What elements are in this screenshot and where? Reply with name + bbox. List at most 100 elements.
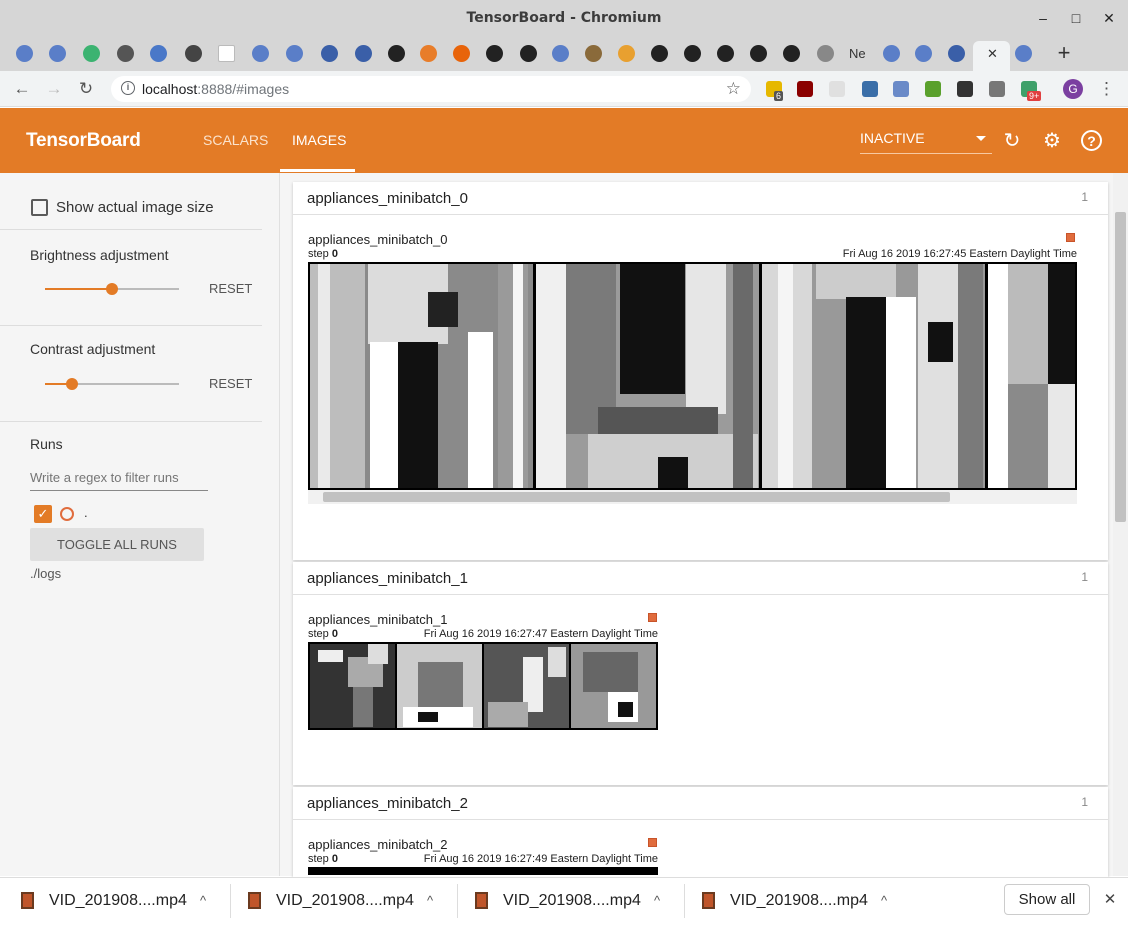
extension-icon[interactable]	[925, 81, 941, 97]
extension-badge: 6	[774, 91, 784, 101]
card-header[interactable]: appliances_minibatch_0 1	[293, 182, 1108, 215]
download-item[interactable]: VID_201908....mp4	[730, 877, 868, 925]
show-all-downloads-button[interactable]: Show all	[1004, 884, 1090, 915]
chevron-up-icon[interactable]: ^	[881, 877, 887, 925]
run-checkbox[interactable]: ✓	[34, 505, 52, 523]
tab-favicon-icon[interactable]	[321, 45, 338, 62]
profile-avatar[interactable]: G	[1063, 79, 1083, 99]
contrast-slider[interactable]	[45, 378, 179, 390]
tab-favicon-icon[interactable]	[218, 45, 235, 62]
horizontal-scrollbar[interactable]	[308, 490, 1077, 504]
page-scroll-thumb[interactable]	[1115, 212, 1126, 522]
tab-favicon-icon[interactable]	[750, 45, 767, 62]
tab-favicon-icon[interactable]	[585, 45, 602, 62]
tab-favicon-icon[interactable]	[651, 45, 668, 62]
reload-icon[interactable]: ↻	[72, 71, 100, 107]
tab-favicon-icon[interactable]	[883, 45, 900, 62]
image-title: appliances_minibatch_0	[308, 232, 448, 247]
refresh-icon[interactable]: ↻	[1001, 130, 1023, 152]
brightness-reset-button[interactable]: RESET	[209, 281, 252, 296]
tab-favicon-icon[interactable]	[16, 45, 33, 62]
tab-favicon-icon[interactable]	[355, 45, 372, 62]
tab-favicon-icon[interactable]	[286, 45, 303, 62]
card-count: 1	[1081, 795, 1088, 809]
download-item[interactable]: VID_201908....mp4	[276, 877, 414, 925]
card-header[interactable]: appliances_minibatch_2 1	[293, 787, 1108, 820]
contrast-reset-button[interactable]: RESET	[209, 376, 252, 391]
extension-icon[interactable]	[797, 81, 813, 97]
image-tile	[484, 644, 569, 728]
show-actual-size-checkbox[interactable]	[31, 199, 48, 216]
tab-favicon-icon[interactable]	[388, 45, 405, 62]
run-filter-input[interactable]	[30, 465, 208, 491]
download-item[interactable]: VID_201908....mp4	[503, 877, 641, 925]
tab-scalars[interactable]: SCALARS	[203, 108, 268, 173]
chevron-up-icon[interactable]: ^	[654, 877, 660, 925]
dropdown-arrow-icon	[976, 136, 986, 141]
tab-images[interactable]: IMAGES	[292, 108, 346, 173]
image-size-section: Show actual image size	[0, 173, 262, 230]
close-tab-icon[interactable]: ✕	[984, 45, 1001, 62]
image-title: appliances_minibatch_1	[308, 612, 448, 627]
chevron-up-icon[interactable]: ^	[427, 877, 433, 925]
tab-favicon-icon[interactable]	[817, 45, 834, 62]
new-tab-button[interactable]: +	[1052, 41, 1076, 65]
extension-icon[interactable]	[862, 81, 878, 97]
tab-favicon-icon[interactable]	[684, 45, 701, 62]
wall-time: Fri Aug 16 2019 16:27:49 Eastern Dayligh…	[423, 853, 658, 865]
brightness-slider-knob[interactable]	[106, 283, 118, 295]
tab-favicon-icon[interactable]	[783, 45, 800, 62]
run-color-circle-icon[interactable]	[60, 507, 74, 521]
extension-icon[interactable]	[989, 81, 1005, 97]
extension-icon[interactable]	[957, 81, 973, 97]
horizontal-scroll-thumb[interactable]	[323, 492, 950, 502]
tab-favicon-icon[interactable]	[915, 45, 932, 62]
image-grid	[308, 262, 1077, 490]
tab-favicon-icon[interactable]	[618, 45, 635, 62]
brand-title: TensorBoard	[26, 130, 141, 151]
bookmark-star-icon[interactable]: ☆	[726, 76, 741, 102]
address-bar[interactable]: i localhost:8888/#images ☆	[111, 76, 751, 102]
image-tile	[310, 644, 395, 728]
tab-favicon-icon[interactable]	[252, 45, 269, 62]
tab-favicon-icon[interactable]	[486, 45, 503, 62]
menu-icon[interactable]: ⋮	[1098, 79, 1115, 99]
chevron-up-icon[interactable]: ^	[200, 877, 206, 925]
divider	[684, 884, 685, 918]
sidebar: Show actual image size Brightness adjust…	[0, 173, 280, 876]
brightness-section: Brightness adjustment RESET	[0, 230, 262, 326]
forward-arrow-icon[interactable]: →	[40, 71, 68, 107]
tab-favicon-icon[interactable]	[117, 45, 134, 62]
card-header[interactable]: appliances_minibatch_1 1	[293, 562, 1108, 595]
tab-favicon-icon[interactable]	[453, 45, 470, 62]
card-count: 1	[1081, 190, 1088, 204]
tab-favicon-icon[interactable]	[49, 45, 66, 62]
run-status-select[interactable]: INACTIVE	[860, 123, 992, 154]
toggle-all-runs-button[interactable]: TOGGLE ALL RUNS	[30, 528, 204, 561]
download-item[interactable]: VID_201908....mp4	[49, 877, 187, 925]
maximize-button[interactable]: □	[1061, 0, 1091, 37]
tab-favicon-icon[interactable]	[83, 45, 100, 62]
close-window-button[interactable]: ✕	[1094, 0, 1124, 37]
minimize-button[interactable]: –	[1028, 0, 1058, 37]
help-icon[interactable]: ?	[1081, 130, 1102, 151]
extension-icon[interactable]	[829, 81, 845, 97]
tab-favicon-icon[interactable]	[1015, 45, 1032, 62]
tab-favicon-icon[interactable]	[150, 45, 167, 62]
extension-icon[interactable]	[893, 81, 909, 97]
wall-time: Fri Aug 16 2019 16:27:45 Eastern Dayligh…	[842, 248, 1077, 260]
image-grid	[308, 867, 658, 875]
close-shelf-icon[interactable]: ✕	[1100, 890, 1120, 910]
tab-favicon-icon[interactable]	[185, 45, 202, 62]
info-icon[interactable]: i	[121, 81, 135, 95]
tab-favicon-icon[interactable]	[717, 45, 734, 62]
tab-favicon-icon[interactable]	[948, 45, 965, 62]
settings-gear-icon[interactable]: ⚙	[1041, 130, 1063, 152]
tab-ne-label[interactable]: Ne	[849, 45, 866, 62]
back-arrow-icon[interactable]: ←	[8, 71, 36, 107]
contrast-slider-knob[interactable]	[65, 378, 78, 390]
brightness-slider[interactable]	[45, 283, 179, 295]
tab-favicon-icon[interactable]	[420, 45, 437, 62]
tab-favicon-icon[interactable]	[552, 45, 569, 62]
tab-favicon-icon[interactable]	[520, 45, 537, 62]
